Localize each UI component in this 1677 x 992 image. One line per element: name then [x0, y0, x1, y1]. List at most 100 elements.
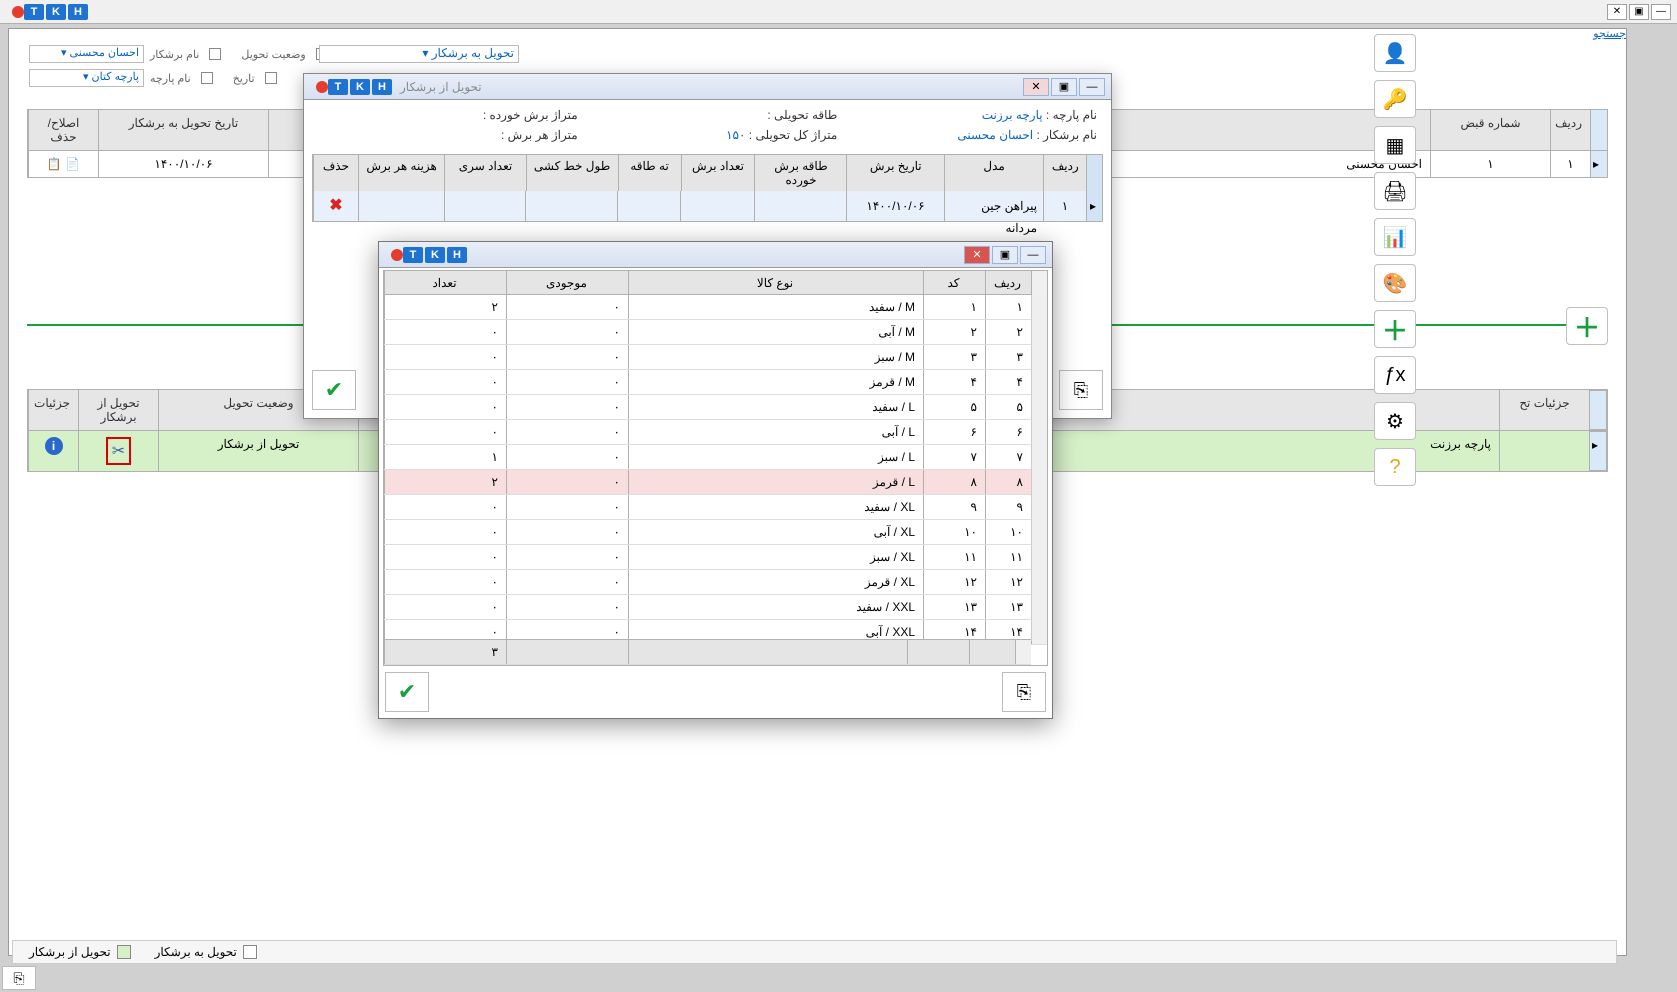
cell-qty[interactable]: ۰	[384, 595, 506, 619]
tool-keys[interactable]: 🔑	[1374, 80, 1416, 118]
cell-qty[interactable]: ۰	[384, 320, 506, 344]
cell-idx: ۵	[985, 395, 1031, 419]
table-row[interactable]: ۱۰۱۰XL / آبی۰۰	[384, 520, 1047, 545]
table-row[interactable]: ۳۳M / سبز۰۰	[384, 345, 1047, 370]
dialog-titlebar[interactable]: H K T — ▣ ✕	[379, 242, 1052, 268]
cell-stock: ۰	[506, 445, 628, 469]
cell-c[interactable]	[617, 191, 680, 221]
cell-e[interactable]	[444, 191, 525, 221]
chart-icon: 📊	[1383, 225, 1408, 250]
tool-add-user[interactable]: 👤	[1374, 34, 1416, 72]
col-model: مدل	[944, 155, 1043, 191]
table-row[interactable]: ۲۲M / آبی۰۰	[384, 320, 1047, 345]
cell-qty[interactable]: ۰	[384, 520, 506, 544]
col-cut-date: تاریخ برش	[846, 155, 944, 191]
dialog-close-button[interactable]: ✕	[1023, 78, 1049, 96]
cell-qty[interactable]: ۰	[384, 495, 506, 519]
badge-t: T	[328, 79, 348, 95]
col-stock: موجودی	[506, 271, 628, 295]
cell-qty[interactable]: ۱	[384, 445, 506, 469]
table-row[interactable]: ۹۹XL / سفید۰۰	[384, 495, 1047, 520]
col-receipt: شماره قبض	[1430, 110, 1550, 150]
table-row[interactable]: ▸ ۱ پیراهن جین مردانه ۱۴۰۰/۱۰/۰۶ ✖	[313, 191, 1102, 221]
search-link[interactable]: جستجو	[1593, 27, 1626, 40]
cutter-label: نام برشکار :	[1036, 128, 1097, 142]
table-row[interactable]: ۱۳۱۳XXL / سفید۰۰	[384, 595, 1047, 620]
restore-button[interactable]: ▣	[1629, 4, 1649, 20]
fabric-name-label: نام پارچه	[150, 72, 191, 85]
minimize-button[interactable]: —	[1651, 4, 1671, 20]
app-titlebar: H K T — ▣ ✕	[0, 0, 1677, 24]
cutter-name-checkbox[interactable]	[209, 48, 221, 60]
cell-f[interactable]	[358, 191, 445, 221]
cut-highlight-box	[106, 437, 131, 465]
fx-icon: ƒx	[1384, 364, 1405, 387]
dialog-minimize-button[interactable]: —	[1020, 246, 1046, 264]
dialog-info-grid: نام پارچه : پارچه برزنت طاقه تحویلی : مت…	[304, 100, 1111, 150]
close-button[interactable]: ✕	[1607, 4, 1627, 20]
cell-code: ۹	[923, 495, 985, 519]
check-icon: ✔	[398, 679, 416, 705]
cell-b[interactable]	[680, 191, 754, 221]
window-controls: — ▣ ✕	[1607, 4, 1671, 20]
table-row[interactable]: ۸۸L / قرمز۰۲	[384, 470, 1047, 495]
cell-d[interactable]	[525, 191, 617, 221]
col-line-length: طول خط کشی	[526, 155, 618, 191]
table-row[interactable]: ۴۴M / قرمز۰۰	[384, 370, 1047, 395]
table-row[interactable]: ۵۵L / سفید۰۰	[384, 395, 1047, 420]
date-checkbox[interactable]	[265, 72, 277, 84]
dialog-exit-button[interactable]: ⎘	[1002, 672, 1046, 712]
cell-stock: ۰	[506, 495, 628, 519]
tool-print[interactable]: 🖨	[1374, 172, 1416, 210]
tool-palette[interactable]: 🎨	[1374, 264, 1416, 302]
add-button[interactable]: ＋	[1566, 307, 1608, 345]
dialog-restore-button[interactable]: ▣	[992, 246, 1018, 264]
cell-qty[interactable]: ۲	[384, 295, 506, 319]
tool-add[interactable]: ＋	[1374, 310, 1416, 348]
items-sum-row: ۳	[384, 639, 1031, 665]
tool-help[interactable]: ?	[1374, 448, 1416, 486]
cell-qty[interactable]: ۰	[384, 420, 506, 444]
cell-empty	[1499, 431, 1589, 471]
tool-settings[interactable]: ⚙	[1374, 402, 1416, 440]
cell-qty[interactable]: ۰	[384, 395, 506, 419]
table-row[interactable]: ۱۱M / سفید۰۲	[384, 295, 1047, 320]
cell-qty[interactable]: ۰	[384, 545, 506, 569]
delete-icon[interactable]: 📋	[47, 157, 62, 171]
col-qty: تعداد	[384, 271, 506, 295]
cutter-name-select[interactable]: احسان محسنی ▾	[29, 45, 144, 63]
fabric-name-checkbox[interactable]	[201, 72, 213, 84]
table-row[interactable]: ۱۲۱۲XL / قرمز۰۰	[384, 570, 1047, 595]
edit-icon[interactable]: 📄	[65, 157, 80, 171]
cell-idx: ۹	[985, 495, 1031, 519]
scissors-icon[interactable]	[112, 441, 125, 461]
dialog-restore-button[interactable]: ▣	[1051, 78, 1077, 96]
dialog-ok-button[interactable]: ✔	[385, 672, 429, 712]
cell-a[interactable]	[754, 191, 846, 221]
table-row[interactable]: ۶۶L / آبی۰۰	[384, 420, 1047, 445]
delivery-type-select[interactable]: تحویل به برشکار ▾	[319, 45, 519, 63]
cell-code: ۱۲	[923, 570, 985, 594]
tool-fx[interactable]: ƒx	[1374, 356, 1416, 394]
tool-chart[interactable]: 📊	[1374, 218, 1416, 256]
info-icon[interactable]: i	[45, 437, 63, 455]
cell-qty[interactable]: ۲	[384, 470, 506, 494]
legend-from: تحویل از برشکار	[29, 945, 131, 960]
cell-qty[interactable]: ۰	[384, 370, 506, 394]
fabric-name-select[interactable]: پارچه کتان ▾	[29, 69, 144, 87]
dialog-exit-button[interactable]: ⎘	[1059, 370, 1103, 410]
dialog-titlebar[interactable]: H K T تحویل از برشکار — ▣ ✕	[304, 74, 1111, 100]
delete-x-icon[interactable]: ✖	[329, 197, 342, 214]
cell-idx: ۱۱	[985, 545, 1031, 569]
table-row[interactable]: ۷۷L / سبز۰۱	[384, 445, 1047, 470]
dialog-ok-button[interactable]: ✔	[312, 370, 356, 410]
exit-app-button[interactable]: ⎘	[2, 966, 36, 990]
cell-qty[interactable]: ۰	[384, 570, 506, 594]
table-row[interactable]: ۱۱۱۱XL / سبز۰۰	[384, 545, 1047, 570]
tool-grid[interactable]: ▦	[1374, 126, 1416, 164]
dialog-close-button[interactable]: ✕	[964, 246, 990, 264]
scrollbar[interactable]	[1031, 295, 1047, 641]
cell-qty[interactable]: ۰	[384, 345, 506, 369]
col-details: جزئیات	[28, 390, 78, 430]
dialog-minimize-button[interactable]: —	[1079, 78, 1105, 96]
